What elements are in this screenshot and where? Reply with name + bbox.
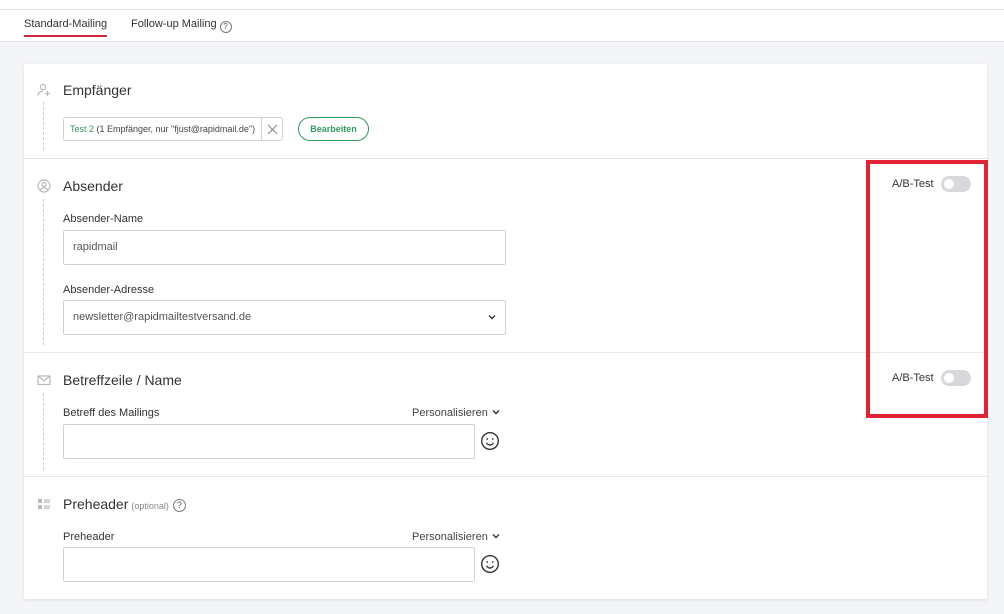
mailing-type-tabs: Standard-Mailing Follow-up Mailing? [0, 10, 1004, 42]
edit-recipients-button[interactable]: Bearbeiten [298, 117, 369, 141]
sender-address-select[interactable]: newsletter@rapidmailtestversand.de [63, 300, 506, 335]
tab-follow-up-mailing[interactable]: Follow-up Mailing? [131, 18, 232, 33]
tab-follow-up-label: Follow-up Mailing [131, 18, 217, 30]
recipient-list-detail: (1 Empfänger, nur "fjust@rapidmail.de") [94, 124, 256, 134]
mailing-settings-card: Empfänger Test 2 (1 Empfänger, nur "fjus… [24, 64, 987, 599]
recipients-title: Empfänger [63, 82, 132, 98]
sender-section: Absender A/B-Test Absender-Name rapidmai… [24, 159, 987, 353]
chevron-down-icon [488, 315, 496, 320]
envelope-icon [37, 373, 51, 387]
tab-standard-mailing[interactable]: Standard-Mailing [24, 18, 108, 37]
recipient-list-chip: Test 2 (1 Empfänger, nur "fjust@rapidmai… [63, 117, 284, 141]
user-circle-icon [37, 179, 51, 193]
section-connector [43, 102, 44, 150]
section-connector [43, 393, 44, 470]
subject-field-label: Betreff des Mailings [63, 407, 160, 419]
emoji-picker-icon[interactable] [480, 431, 500, 451]
subject-title: Betreffzeile / Name [63, 372, 182, 388]
preheader-section: Preheader (optional)? Preheader Personali… [24, 477, 987, 599]
personalize-label: Personalisieren [412, 531, 488, 543]
optional-hint: (optional) [131, 501, 169, 511]
subject-input[interactable] [63, 424, 475, 459]
close-icon [267, 124, 278, 134]
layout-list-icon [37, 497, 51, 511]
sender-address-value: newsletter@rapidmailtestversand.de [73, 311, 252, 323]
sender-name-input[interactable]: rapidmail [63, 230, 506, 265]
preheader-title-text: Preheader [63, 496, 129, 512]
preheader-field-label: Preheader [63, 531, 115, 543]
help-icon[interactable]: ? [172, 499, 186, 512]
remove-recipient-list-button[interactable] [261, 118, 282, 140]
preheader-input[interactable] [63, 547, 475, 582]
emoji-picker-icon[interactable] [480, 554, 500, 574]
sender-title: Absender [63, 178, 123, 194]
ab-test-highlight-box [866, 160, 988, 418]
preheader-personalize-dropdown[interactable]: Personalisieren [412, 531, 500, 543]
recipient-list-label: Test 2 (1 Empfänger, nur "fjust@rapidmai… [64, 124, 261, 134]
sender-name-label: Absender-Name [63, 213, 144, 225]
subject-section: Betreffzeile / Name A/B-Test Betreff des… [24, 353, 987, 477]
subject-personalize-dropdown[interactable]: Personalisieren [412, 407, 500, 419]
recipient-list-name[interactable]: Test 2 [70, 124, 94, 134]
sender-address-label: Absender-Adresse [63, 284, 155, 296]
help-icon[interactable]: ? [219, 21, 232, 33]
preheader-title: Preheader (optional)? [63, 496, 186, 512]
chevron-down-icon [492, 410, 500, 415]
chevron-down-icon [492, 534, 500, 539]
recipients-section: Empfänger Test 2 (1 Empfänger, nur "fjus… [24, 64, 987, 159]
user-add-icon [37, 83, 51, 97]
personalize-label: Personalisieren [412, 407, 488, 419]
section-connector [43, 199, 44, 345]
top-strip [0, 0, 1004, 10]
